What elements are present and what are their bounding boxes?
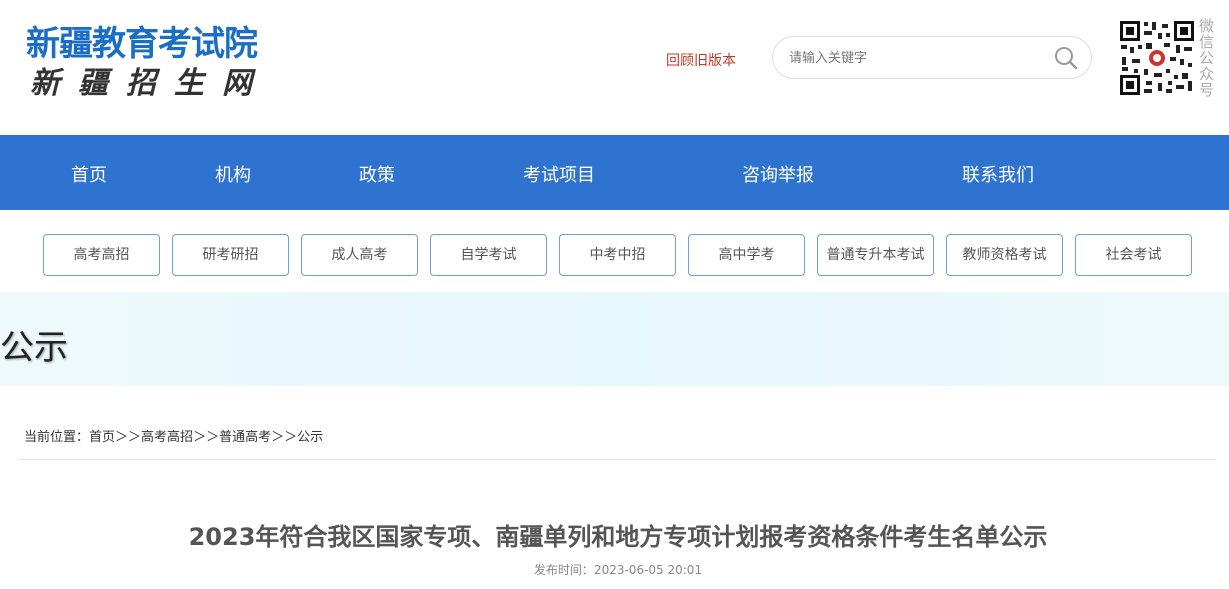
breadcrumb-item-gaokao[interactable]: 高考高招 bbox=[141, 430, 193, 445]
category-button-upgrade-exam[interactable]: 普通专升本考试 bbox=[817, 234, 934, 276]
search-box bbox=[772, 36, 1092, 79]
category-button-teacher-cert[interactable]: 教师资格考试 bbox=[946, 234, 1063, 276]
nav-item-consult-report[interactable]: 咨询举报 bbox=[742, 161, 814, 187]
nav-item-policy[interactable]: 政策 bbox=[359, 161, 395, 187]
breadcrumb-separator: ＞＞ bbox=[271, 430, 298, 445]
category-button-gaokao[interactable]: 高考高招 bbox=[43, 234, 160, 276]
logo-sub-text: 新疆招生网 bbox=[30, 66, 270, 101]
category-button-zhongkao[interactable]: 中考中招 bbox=[559, 234, 676, 276]
main-nav: 首页 机构 政策 考试项目 咨询举报 联系我们 bbox=[0, 135, 1229, 210]
nav-item-exam-projects[interactable]: 考试项目 bbox=[523, 161, 595, 187]
search-input[interactable] bbox=[789, 47, 1039, 69]
published-time: 2023-06-05 20:01 bbox=[593, 563, 703, 577]
nav-item-organization[interactable]: 机构 bbox=[215, 161, 251, 187]
category-button-high-school-test[interactable]: 高中学考 bbox=[688, 234, 805, 276]
breadcrumb-prefix: 当前位置： bbox=[24, 430, 90, 445]
category-buttons: 高考高招 研考研招 成人高考 自学考试 中考中招 高中学考 普通专升本考试 教师… bbox=[0, 210, 1229, 292]
published-label: 发布时间： bbox=[533, 563, 594, 577]
category-button-adult-exam[interactable]: 成人高考 bbox=[301, 234, 418, 276]
section-banner: 公示 bbox=[0, 292, 1229, 386]
breadcrumb-item-home[interactable]: 首页 bbox=[89, 430, 115, 445]
breadcrumb-separator: ＞＞ bbox=[115, 430, 142, 445]
site-logo[interactable]: 新疆教育考试院 新疆招生网 bbox=[26, 16, 286, 101]
breadcrumb-item-regular-gaokao[interactable]: 普通高考 bbox=[219, 430, 271, 445]
breadcrumb: 当前位置：首页＞＞高考高招＞＞普通高考＞＞公示 bbox=[24, 426, 323, 445]
breadcrumb-divider bbox=[18, 459, 1216, 460]
article-meta: 发布时间：2023-06-05 20:01 bbox=[0, 561, 1229, 578]
old-version-link[interactable]: 回顾旧版本 bbox=[666, 50, 736, 70]
site-header: 新疆教育考试院 新疆招生网 回顾旧版本 请输入关键字 微信公众号 bbox=[0, 0, 1229, 135]
wechat-qr-code-icon bbox=[1118, 19, 1196, 97]
section-title: 公示 bbox=[0, 328, 68, 368]
search-icon[interactable] bbox=[1053, 45, 1079, 71]
breadcrumb-item-notice[interactable]: 公示 bbox=[297, 430, 323, 445]
qr-code-label: 微信公众号 bbox=[1199, 17, 1215, 99]
article-title: 2023年符合我区国家专项、南疆单列和地方专项计划报考资格条件考生名单公示 bbox=[188, 523, 1048, 551]
category-button-social-exam[interactable]: 社会考试 bbox=[1075, 234, 1192, 276]
nav-item-home[interactable]: 首页 bbox=[71, 161, 107, 187]
nav-item-contact-us[interactable]: 联系我们 bbox=[962, 161, 1034, 187]
category-button-graduate[interactable]: 研考研招 bbox=[172, 234, 289, 276]
breadcrumb-separator: ＞＞ bbox=[193, 430, 220, 445]
category-button-self-study[interactable]: 自学考试 bbox=[430, 234, 547, 276]
